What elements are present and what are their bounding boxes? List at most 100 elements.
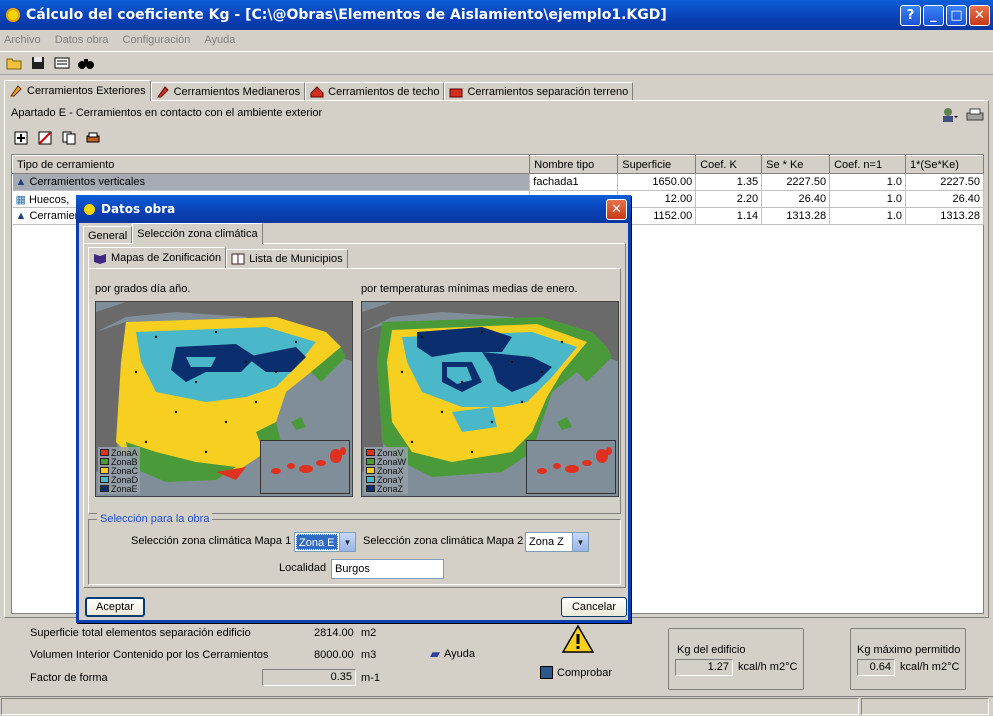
status-pane-right xyxy=(861,698,989,715)
dialog-close-button[interactable]: ✕ xyxy=(606,199,627,220)
coefk-cell[interactable]: 1.14 xyxy=(695,207,763,225)
total-cell: 1313.28 xyxy=(905,207,984,225)
sub-toolbar xyxy=(11,129,103,147)
col-superficie[interactable]: Superficie xyxy=(617,155,697,174)
col-nombre[interactable]: Nombre tipo xyxy=(529,155,619,174)
zona-mapa1-select[interactable]: Zona E ▼ xyxy=(294,532,356,552)
calculator-icon xyxy=(540,666,553,679)
legend-item: ZonaZ xyxy=(366,484,406,494)
menu-configuracion[interactable]: Configuración xyxy=(123,34,191,46)
kg-maximo-unit: kcal/h m2°C xyxy=(900,661,960,673)
tipo-cell: Cerramien xyxy=(29,210,81,222)
window-title: Cálculo del coeficiente Kg - [C:\@Obras\… xyxy=(26,7,667,23)
superficie-unit: m2 xyxy=(361,627,377,639)
tab-cerramientos-terreno[interactable]: Cerramientos separación terreno xyxy=(444,82,634,101)
sel2-label: Selección zona climática Mapa 2 xyxy=(363,535,524,547)
tab-cerramientos-exteriores[interactable]: Cerramientos Exteriores xyxy=(4,80,151,101)
menu-archivo[interactable]: Archivo xyxy=(4,34,41,46)
coefn-cell[interactable]: 1.0 xyxy=(829,207,906,225)
dialog-title-bar: Datos obra ✕ xyxy=(76,195,631,223)
book-icon: ▰ xyxy=(430,646,440,661)
ground-icon xyxy=(449,88,463,98)
coefk-cell[interactable]: 2.20 xyxy=(695,190,763,208)
tab-lista-municipios[interactable]: Lista de Municipios xyxy=(226,249,348,268)
menu-datos-obra[interactable]: Datos obra xyxy=(55,34,109,46)
map1-legend: ZonaA ZonaB ZonaC ZonaD ZonaE xyxy=(98,447,141,494)
add-row-icon[interactable] xyxy=(11,129,31,147)
delete-row-icon[interactable] xyxy=(35,129,55,147)
canary-inset xyxy=(526,440,616,494)
roof-icon xyxy=(310,86,324,98)
book-icon xyxy=(231,253,245,265)
col-se-ke[interactable]: Se * Ke xyxy=(761,155,831,174)
group-title: Selección para la obra xyxy=(97,513,213,525)
superficie-cell[interactable]: 1650.00 xyxy=(617,173,697,191)
nombre-cell[interactable]: fachada1 xyxy=(529,173,619,191)
help-button[interactable]: ? xyxy=(900,5,921,26)
print-list-icon[interactable] xyxy=(83,129,103,147)
wall-icon: ▲ xyxy=(15,210,27,222)
tab-seleccion-zona[interactable]: Selección zona climática xyxy=(132,223,263,244)
coefn-cell[interactable]: 1.0 xyxy=(829,190,906,208)
apartado-label: Apartado E - Cerramientos en contacto co… xyxy=(11,107,323,119)
coefn-cell[interactable]: 1.0 xyxy=(829,173,906,191)
col-coef-k[interactable]: Coef. K xyxy=(695,155,763,174)
tab-general[interactable]: General xyxy=(83,226,133,244)
kg-edificio-label: Kg del edificio xyxy=(677,644,746,656)
main-tabs: Cerramientos Exteriores Cerramientos Med… xyxy=(4,80,634,101)
wall-icon xyxy=(10,85,22,97)
factor-forma-label: Factor de forma xyxy=(30,672,108,684)
chevron-down-icon[interactable]: ▼ xyxy=(572,533,588,551)
table-row[interactable]: ▲ Cerramientos verticales fachada1 1650.… xyxy=(12,173,984,191)
zona-mapa2-select[interactable]: Zona Z ▼ xyxy=(525,532,589,552)
map2-label: por temperaturas mínimas medias de enero… xyxy=(361,283,578,295)
app-icon xyxy=(84,203,95,215)
map2-legend: ZonaV ZonaW ZonaX ZonaY ZonaZ xyxy=(364,447,409,494)
canary-inset xyxy=(260,440,350,494)
factor-forma-value: 0.35 xyxy=(262,669,356,686)
wall-icon xyxy=(156,86,169,98)
superficie-total-label: Superficie total elementos separación ed… xyxy=(30,627,251,639)
factor-forma-unit: m-1 xyxy=(361,672,380,684)
copy-icon[interactable] xyxy=(59,129,79,147)
tab-mapas-zonificacion[interactable]: Mapas de Zonificación xyxy=(88,247,227,268)
chevron-down-icon[interactable]: ▼ xyxy=(339,533,355,551)
title-bar: Cálculo del coeficiente Kg - [C:\@Obras\… xyxy=(0,0,993,30)
map1-label: por grados día año. xyxy=(95,283,191,295)
localidad-input[interactable]: Burgos xyxy=(331,559,444,579)
table-header-row: Tipo de cerramiento Nombre tipo Superfic… xyxy=(11,155,984,174)
tipo-cell: Huecos, xyxy=(28,193,70,206)
aceptar-button[interactable]: Aceptar xyxy=(85,597,145,617)
col-tipo[interactable]: Tipo de cerramiento xyxy=(11,155,531,174)
ayuda-button[interactable]: ▰ Ayuda xyxy=(430,646,475,662)
map-icon xyxy=(94,254,106,264)
menu-bar: Archivo Datos obra Configuración Ayuda xyxy=(0,30,993,50)
tab-cerramientos-medianeros[interactable]: Cerramientos Medianeros xyxy=(150,82,306,101)
tab-cerramientos-techo[interactable]: Cerramientos de techo xyxy=(305,82,445,101)
coefk-cell[interactable]: 1.35 xyxy=(695,173,763,191)
kg-maximo-value: 0.64 xyxy=(857,659,895,676)
col-total[interactable]: 1*(Se*Ke) xyxy=(905,155,984,174)
col-coef-n[interactable]: Coef. n=1 xyxy=(829,155,906,174)
save-icon[interactable] xyxy=(28,54,48,72)
binoculars-icon[interactable] xyxy=(76,54,96,72)
kg-edificio-value: 1.27 xyxy=(675,659,733,676)
maps-panel: por grados día año. por temperaturas mín… xyxy=(88,268,621,514)
minimize-button[interactable]: _ xyxy=(923,5,944,26)
legend-item: ZonaE xyxy=(100,484,138,494)
comprobar-button[interactable]: Comprobar xyxy=(540,666,612,679)
form-icon[interactable] xyxy=(52,54,72,72)
volumen-unit: m3 xyxy=(361,649,377,661)
maximize-button[interactable]: □ xyxy=(946,5,967,26)
menu-ayuda[interactable]: Ayuda xyxy=(204,34,235,46)
kg-maximo-label: Kg máximo permitido xyxy=(857,644,961,656)
map-temperaturas-enero[interactable]: ZonaV ZonaW ZonaX ZonaY ZonaZ xyxy=(361,301,619,497)
total-cell: 2227.50 xyxy=(905,173,984,191)
cancelar-button[interactable]: Cancelar xyxy=(561,597,627,617)
map-grados-dia[interactable]: ZonaA ZonaB ZonaC ZonaD ZonaE xyxy=(95,301,353,497)
open-folder-icon[interactable] xyxy=(4,54,24,72)
volumen-value: 8000.00 xyxy=(314,649,354,661)
warning-icon xyxy=(561,624,595,657)
seleccion-obra-group: Selección para la obra Selección zona cl… xyxy=(88,513,621,585)
close-button[interactable]: ✕ xyxy=(969,5,990,26)
